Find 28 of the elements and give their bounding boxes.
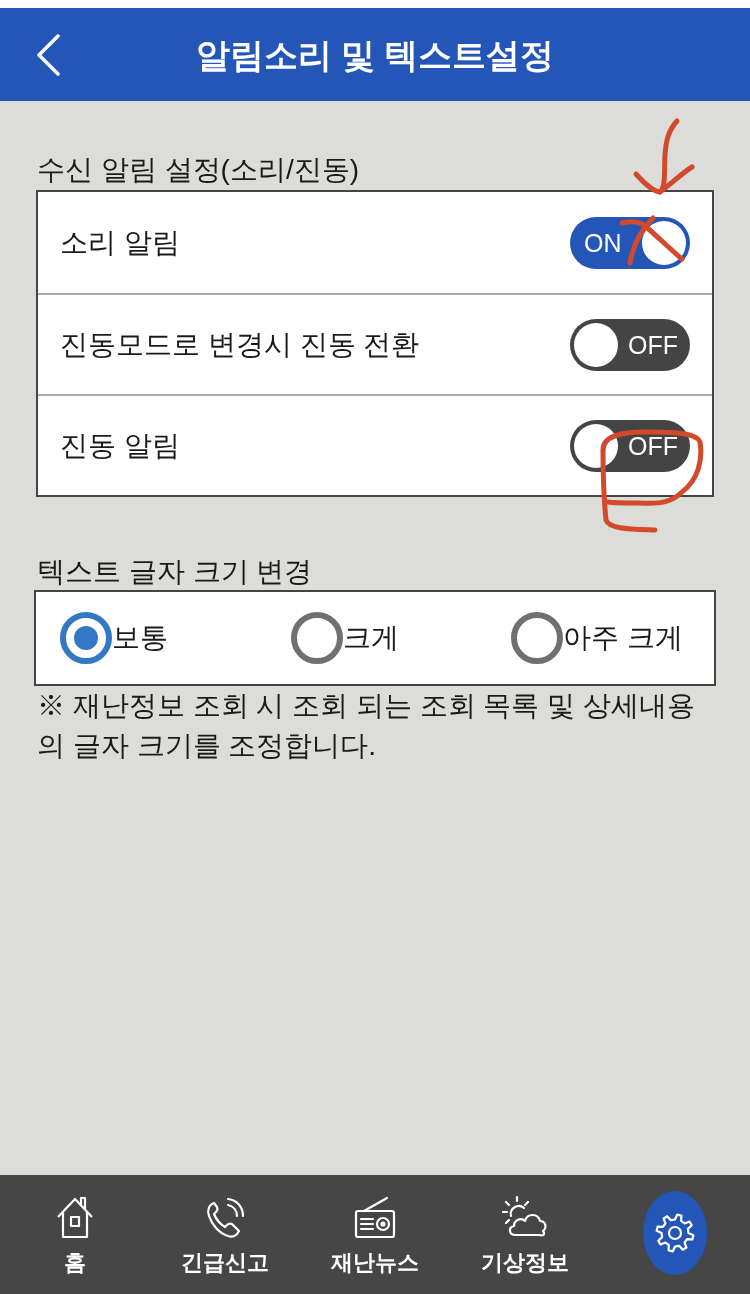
toggle-switch[interactable]: OFF <box>570 419 690 472</box>
note-text: ※ 재난정보 조회 시 조회 되는 조회 목록 및 상세내용의 글자 크기를 조정합니다. <box>36 689 696 763</box>
toggle-switch[interactable]: OFF <box>570 318 690 371</box>
radio-label: 아주 크게 <box>563 621 683 655</box>
switch-knob[interactable] <box>574 423 618 468</box>
setting-label: 진동 알림 <box>60 428 180 463</box>
radio-label: 크게 <box>343 621 399 655</box>
hand-drawn-cross <box>618 213 686 268</box>
nav-tab[interactable]: 기상정보 <box>477 1192 573 1277</box>
settings-icon <box>655 1212 695 1253</box>
switch-knob[interactable] <box>574 322 618 367</box>
section-title: 수신 알림 설정(소리/진동) <box>36 153 360 187</box>
setting-label: 진동모드로 변경시 진동 전환 <box>60 327 420 362</box>
section-title: 텍스트 글자 크기 변경 <box>36 555 314 589</box>
setting-label: 소리 알림 <box>60 225 180 260</box>
nav-tab[interactable]: 긴급신고 <box>177 1192 273 1277</box>
radio-button[interactable] <box>291 612 343 664</box>
nav-tab[interactable]: 재난뉴스 <box>327 1192 423 1277</box>
screen-title: 알림소리 및 텍스트설정 <box>195 34 555 76</box>
radio-icon <box>353 1194 397 1239</box>
radio-button[interactable] <box>511 612 563 664</box>
house-icon <box>55 1194 95 1239</box>
radio-button[interactable] <box>60 612 112 664</box>
nav-tab[interactable]: 홈 <box>51 1192 99 1277</box>
weather-icon <box>502 1194 548 1239</box>
toggle-switch[interactable]: ON <box>570 216 690 269</box>
radio-label: 보통 <box>112 621 168 655</box>
back-icon <box>35 34 61 76</box>
